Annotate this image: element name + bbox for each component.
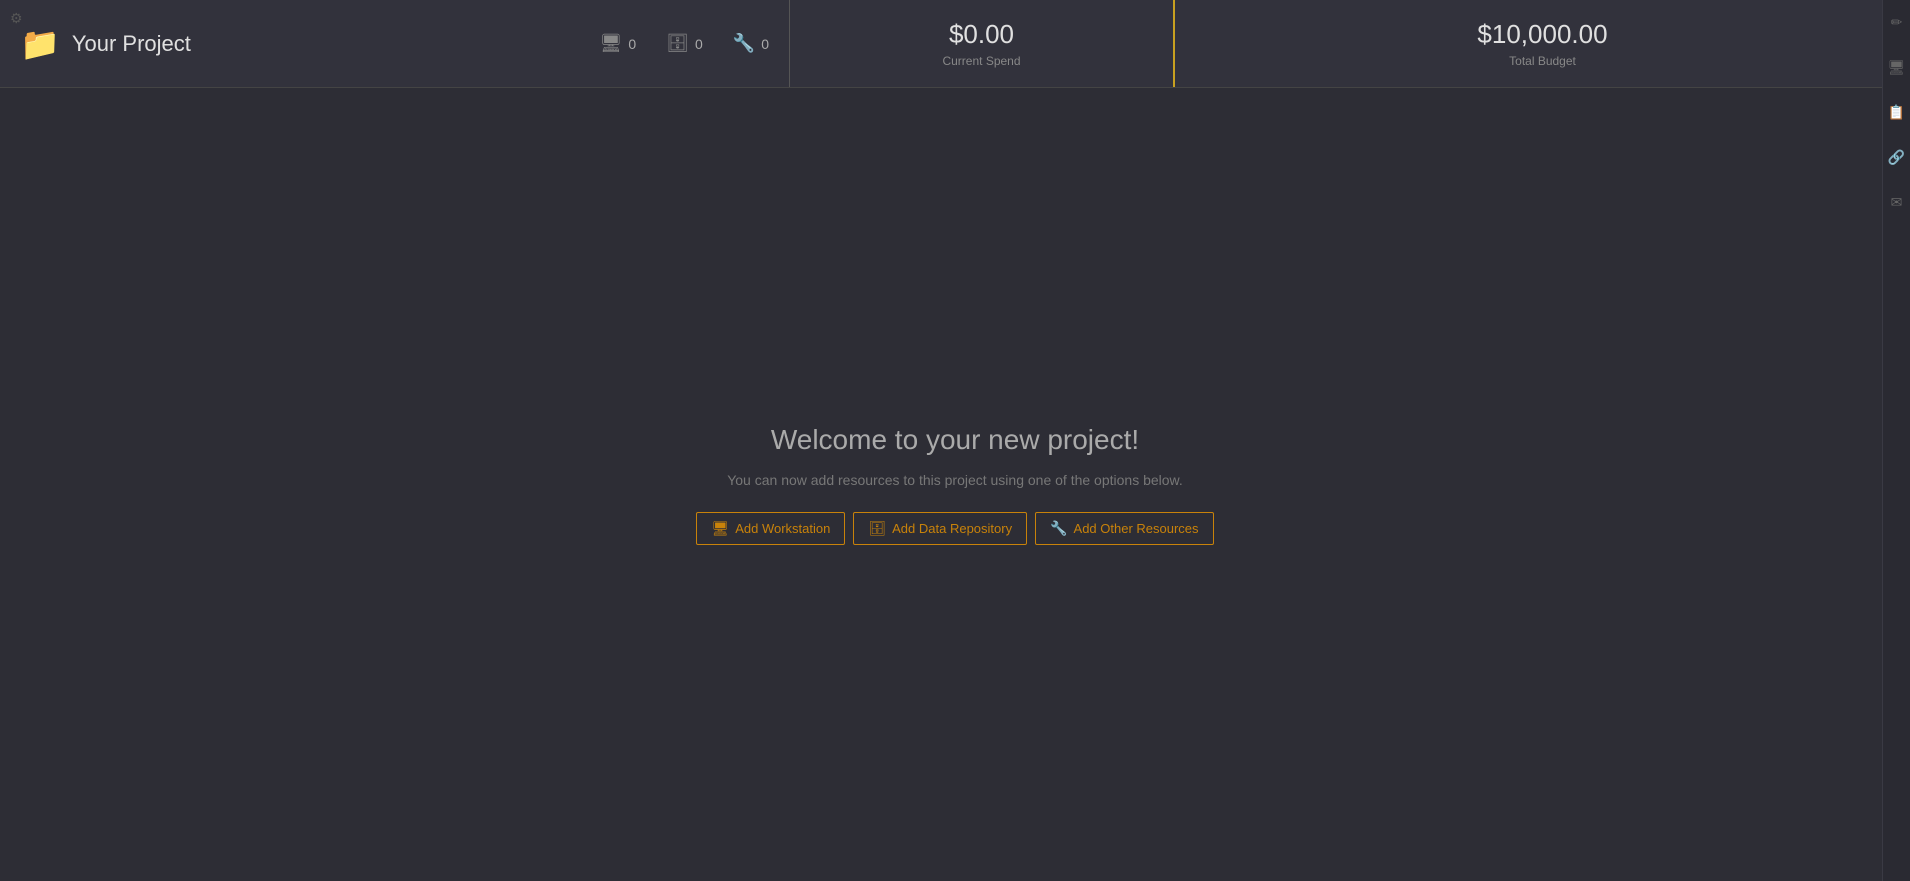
repository-btn-icon: 🗄 <box>868 520 886 537</box>
total-budget-label: Total Budget <box>1509 54 1576 68</box>
current-spend-section: $0.00 Current Spend <box>790 0 1175 87</box>
add-data-repository-label: Add Data Repository <box>892 521 1012 536</box>
edit-icon[interactable]: ✏ <box>1887 10 1907 35</box>
project-name: Your Project <box>72 31 191 57</box>
resource-count: 0 <box>761 36 769 52</box>
layers-icon[interactable]: 📋 <box>1884 100 1909 125</box>
monitor-icon[interactable]: 🖥 <box>1884 55 1910 80</box>
add-other-resources-button[interactable]: 🔧 Add Other Resources <box>1035 512 1213 545</box>
workstation-stat: 🖥 0 <box>599 33 636 54</box>
header-stats: 🖥 0 🗄 0 🔧 0 <box>599 33 769 54</box>
total-budget-section: $10,000.00 Total Budget <box>1175 0 1910 87</box>
repository-stat: 🗄 0 <box>666 33 703 54</box>
top-left-settings-icon[interactable]: ⚙ <box>10 10 23 27</box>
header: 📁 Your Project 🖥 0 🗄 0 🔧 0 $0.00 Current… <box>0 0 1910 88</box>
right-sidebar: ✏ 🖥 📋 🔗 ✉ <box>1882 0 1910 881</box>
main-content: Welcome to your new project! You can now… <box>0 88 1910 881</box>
add-workstation-label: Add Workstation <box>735 521 830 536</box>
add-workstation-button[interactable]: 🖥 Add Workstation <box>696 512 845 545</box>
header-left: 📁 Your Project 🖥 0 🗄 0 🔧 0 <box>0 0 790 87</box>
repository-icon: 🗄 <box>666 33 689 54</box>
resource-icon: 🔧 <box>733 33 755 54</box>
share-icon[interactable]: 🔗 <box>1884 145 1909 170</box>
workstation-btn-icon: 🖥 <box>711 520 729 537</box>
welcome-subtitle: You can now add resources to this projec… <box>727 472 1183 488</box>
current-spend-label: Current Spend <box>942 54 1020 68</box>
total-budget-value: $10,000.00 <box>1477 19 1607 50</box>
add-data-repository-button[interactable]: 🗄 Add Data Repository <box>853 512 1027 545</box>
action-buttons: 🖥 Add Workstation 🗄 Add Data Repository … <box>696 512 1213 545</box>
folder-icon: 📁 <box>20 25 60 63</box>
workstation-icon: 🖥 <box>599 33 622 54</box>
current-spend-value: $0.00 <box>949 19 1014 50</box>
resource-stat: 🔧 0 <box>733 33 769 54</box>
message-icon[interactable]: ✉ <box>1887 190 1907 215</box>
add-other-resources-label: Add Other Resources <box>1074 521 1199 536</box>
welcome-title: Welcome to your new project! <box>771 424 1139 456</box>
project-title-area: 📁 Your Project <box>20 25 191 63</box>
repository-count: 0 <box>695 36 703 52</box>
workstation-count: 0 <box>628 36 636 52</box>
other-resources-btn-icon: 🔧 <box>1050 520 1067 537</box>
